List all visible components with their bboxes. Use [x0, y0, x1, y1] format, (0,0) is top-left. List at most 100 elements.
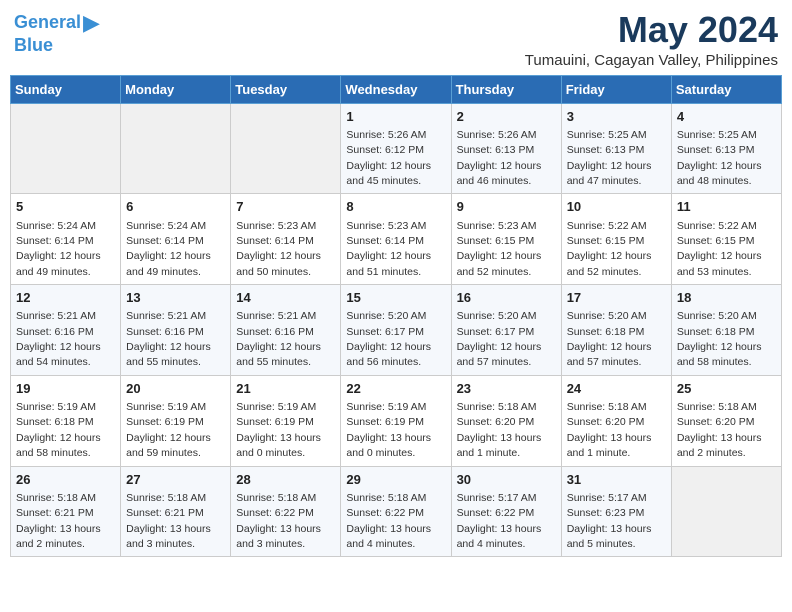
calendar-cell: 10 Sunrise: 5:22 AMSunset: 6:15 PMDayligh…	[561, 194, 671, 285]
calendar-week-row: 19 Sunrise: 5:19 AMSunset: 6:18 PMDayligh…	[11, 375, 782, 466]
calendar-week-row: 1 Sunrise: 5:26 AMSunset: 6:12 PMDaylight…	[11, 103, 782, 194]
calendar-cell: 7 Sunrise: 5:23 AMSunset: 6:14 PMDaylight…	[231, 194, 341, 285]
day-info: Sunrise: 5:20 AMSunset: 6:18 PMDaylight:…	[567, 310, 652, 368]
day-info: Sunrise: 5:18 AMSunset: 6:22 PMDaylight:…	[346, 492, 431, 550]
day-number: 17	[567, 289, 666, 307]
day-number: 8	[346, 198, 445, 216]
day-number: 18	[677, 289, 776, 307]
day-number: 1	[346, 108, 445, 126]
day-info: Sunrise: 5:18 AMSunset: 6:20 PMDaylight:…	[457, 401, 542, 459]
day-info: Sunrise: 5:21 AMSunset: 6:16 PMDaylight:…	[126, 310, 211, 368]
calendar-cell: 17 Sunrise: 5:20 AMSunset: 6:18 PMDayligh…	[561, 285, 671, 376]
day-info: Sunrise: 5:20 AMSunset: 6:17 PMDaylight:…	[457, 310, 542, 368]
day-number: 15	[346, 289, 445, 307]
day-number: 13	[126, 289, 225, 307]
day-info: Sunrise: 5:23 AMSunset: 6:14 PMDaylight:…	[236, 220, 321, 278]
day-info: Sunrise: 5:20 AMSunset: 6:18 PMDaylight:…	[677, 310, 762, 368]
calendar-cell: 5 Sunrise: 5:24 AMSunset: 6:14 PMDaylight…	[11, 194, 121, 285]
calendar-table: SundayMondayTuesdayWednesdayThursdayFrid…	[10, 75, 782, 558]
day-number: 5	[16, 198, 115, 216]
day-info: Sunrise: 5:21 AMSunset: 6:16 PMDaylight:…	[236, 310, 321, 368]
day-number: 21	[236, 380, 335, 398]
calendar-week-row: 26 Sunrise: 5:18 AMSunset: 6:21 PMDayligh…	[11, 466, 782, 557]
calendar-cell: 16Sunrise: 5:20 AMSunset: 6:17 PMDayligh…	[451, 285, 561, 376]
day-number: 19	[16, 380, 115, 398]
day-number: 14	[236, 289, 335, 307]
day-number: 12	[16, 289, 115, 307]
calendar-cell: 30Sunrise: 5:17 AMSunset: 6:22 PMDayligh…	[451, 466, 561, 557]
calendar-cell: 31 Sunrise: 5:17 AMSunset: 6:23 PMDayligh…	[561, 466, 671, 557]
calendar-cell	[231, 103, 341, 194]
calendar-cell: 9Sunrise: 5:23 AMSunset: 6:15 PMDaylight…	[451, 194, 561, 285]
day-info: Sunrise: 5:18 AMSunset: 6:22 PMDaylight:…	[236, 492, 321, 550]
calendar-cell	[671, 466, 781, 557]
day-number: 24	[567, 380, 666, 398]
day-info: Sunrise: 5:25 AMSunset: 6:13 PMDaylight:…	[567, 129, 652, 187]
calendar-cell: 24 Sunrise: 5:18 AMSunset: 6:20 PMDayligh…	[561, 375, 671, 466]
calendar-week-row: 12 Sunrise: 5:21 AMSunset: 6:16 PMDayligh…	[11, 285, 782, 376]
col-header-saturday: Saturday	[671, 75, 781, 103]
calendar-cell: 8 Sunrise: 5:23 AMSunset: 6:14 PMDaylight…	[341, 194, 451, 285]
calendar-cell: 3 Sunrise: 5:25 AMSunset: 6:13 PMDaylight…	[561, 103, 671, 194]
calendar-cell: 6 Sunrise: 5:24 AMSunset: 6:14 PMDaylight…	[121, 194, 231, 285]
day-info: Sunrise: 5:22 AMSunset: 6:15 PMDaylight:…	[677, 220, 762, 278]
calendar-cell: 2Sunrise: 5:26 AMSunset: 6:13 PMDaylight…	[451, 103, 561, 194]
day-info: Sunrise: 5:24 AMSunset: 6:14 PMDaylight:…	[126, 220, 211, 278]
col-header-wednesday: Wednesday	[341, 75, 451, 103]
main-title: May 2024	[525, 10, 778, 50]
logo-arrow-icon: ▶	[83, 10, 100, 36]
calendar-cell: 12 Sunrise: 5:21 AMSunset: 6:16 PMDayligh…	[11, 285, 121, 376]
col-header-tuesday: Tuesday	[231, 75, 341, 103]
day-info: Sunrise: 5:19 AMSunset: 6:19 PMDaylight:…	[346, 401, 431, 459]
day-info: Sunrise: 5:20 AMSunset: 6:17 PMDaylight:…	[346, 310, 431, 368]
day-number: 20	[126, 380, 225, 398]
day-number: 28	[236, 471, 335, 489]
day-number: 6	[126, 198, 225, 216]
logo: General ▶ Blue	[14, 10, 100, 56]
day-info: Sunrise: 5:23 AMSunset: 6:15 PMDaylight:…	[457, 220, 542, 278]
day-info: Sunrise: 5:18 AMSunset: 6:20 PMDaylight:…	[567, 401, 652, 459]
calendar-cell: 29 Sunrise: 5:18 AMSunset: 6:22 PMDayligh…	[341, 466, 451, 557]
col-header-sunday: Sunday	[11, 75, 121, 103]
day-number: 29	[346, 471, 445, 489]
day-info: Sunrise: 5:25 AMSunset: 6:13 PMDaylight:…	[677, 129, 762, 187]
day-number: 4	[677, 108, 776, 126]
calendar-header-row: SundayMondayTuesdayWednesdayThursdayFrid…	[11, 75, 782, 103]
calendar-cell: 22 Sunrise: 5:19 AMSunset: 6:19 PMDayligh…	[341, 375, 451, 466]
day-info: Sunrise: 5:18 AMSunset: 6:21 PMDaylight:…	[16, 492, 101, 550]
calendar-cell: 26 Sunrise: 5:18 AMSunset: 6:21 PMDayligh…	[11, 466, 121, 557]
day-info: Sunrise: 5:19 AMSunset: 6:19 PMDaylight:…	[126, 401, 211, 459]
col-header-friday: Friday	[561, 75, 671, 103]
day-info: Sunrise: 5:17 AMSunset: 6:22 PMDaylight:…	[457, 492, 542, 550]
day-info: Sunrise: 5:18 AMSunset: 6:20 PMDaylight:…	[677, 401, 762, 459]
calendar-cell: 18 Sunrise: 5:20 AMSunset: 6:18 PMDayligh…	[671, 285, 781, 376]
day-info: Sunrise: 5:22 AMSunset: 6:15 PMDaylight:…	[567, 220, 652, 278]
calendar-cell: 13 Sunrise: 5:21 AMSunset: 6:16 PMDayligh…	[121, 285, 231, 376]
day-number: 26	[16, 471, 115, 489]
col-header-thursday: Thursday	[451, 75, 561, 103]
day-info: Sunrise: 5:24 AMSunset: 6:14 PMDaylight:…	[16, 220, 101, 278]
calendar-cell: 28 Sunrise: 5:18 AMSunset: 6:22 PMDayligh…	[231, 466, 341, 557]
day-number: 11	[677, 198, 776, 216]
logo-text-general: General	[14, 13, 81, 33]
day-info: Sunrise: 5:26 AMSunset: 6:12 PMDaylight:…	[346, 129, 431, 187]
day-number: 3	[567, 108, 666, 126]
day-number: 27	[126, 471, 225, 489]
day-info: Sunrise: 5:18 AMSunset: 6:21 PMDaylight:…	[126, 492, 211, 550]
calendar-cell: 23Sunrise: 5:18 AMSunset: 6:20 PMDayligh…	[451, 375, 561, 466]
logo-text-blue: Blue	[14, 35, 53, 55]
day-number: 10	[567, 198, 666, 216]
title-block: May 2024 Tumauini, Cagayan Valley, Phili…	[525, 10, 778, 69]
day-number: 7	[236, 198, 335, 216]
day-number: 22	[346, 380, 445, 398]
calendar-cell	[11, 103, 121, 194]
calendar-cell: 15 Sunrise: 5:20 AMSunset: 6:17 PMDayligh…	[341, 285, 451, 376]
day-info: Sunrise: 5:23 AMSunset: 6:14 PMDaylight:…	[346, 220, 431, 278]
day-number: 31	[567, 471, 666, 489]
day-info: Sunrise: 5:17 AMSunset: 6:23 PMDaylight:…	[567, 492, 652, 550]
calendar-cell: 14 Sunrise: 5:21 AMSunset: 6:16 PMDayligh…	[231, 285, 341, 376]
calendar-week-row: 5 Sunrise: 5:24 AMSunset: 6:14 PMDaylight…	[11, 194, 782, 285]
day-info: Sunrise: 5:21 AMSunset: 6:16 PMDaylight:…	[16, 310, 101, 368]
day-info: Sunrise: 5:19 AMSunset: 6:18 PMDaylight:…	[16, 401, 101, 459]
day-info: Sunrise: 5:19 AMSunset: 6:19 PMDaylight:…	[236, 401, 321, 459]
